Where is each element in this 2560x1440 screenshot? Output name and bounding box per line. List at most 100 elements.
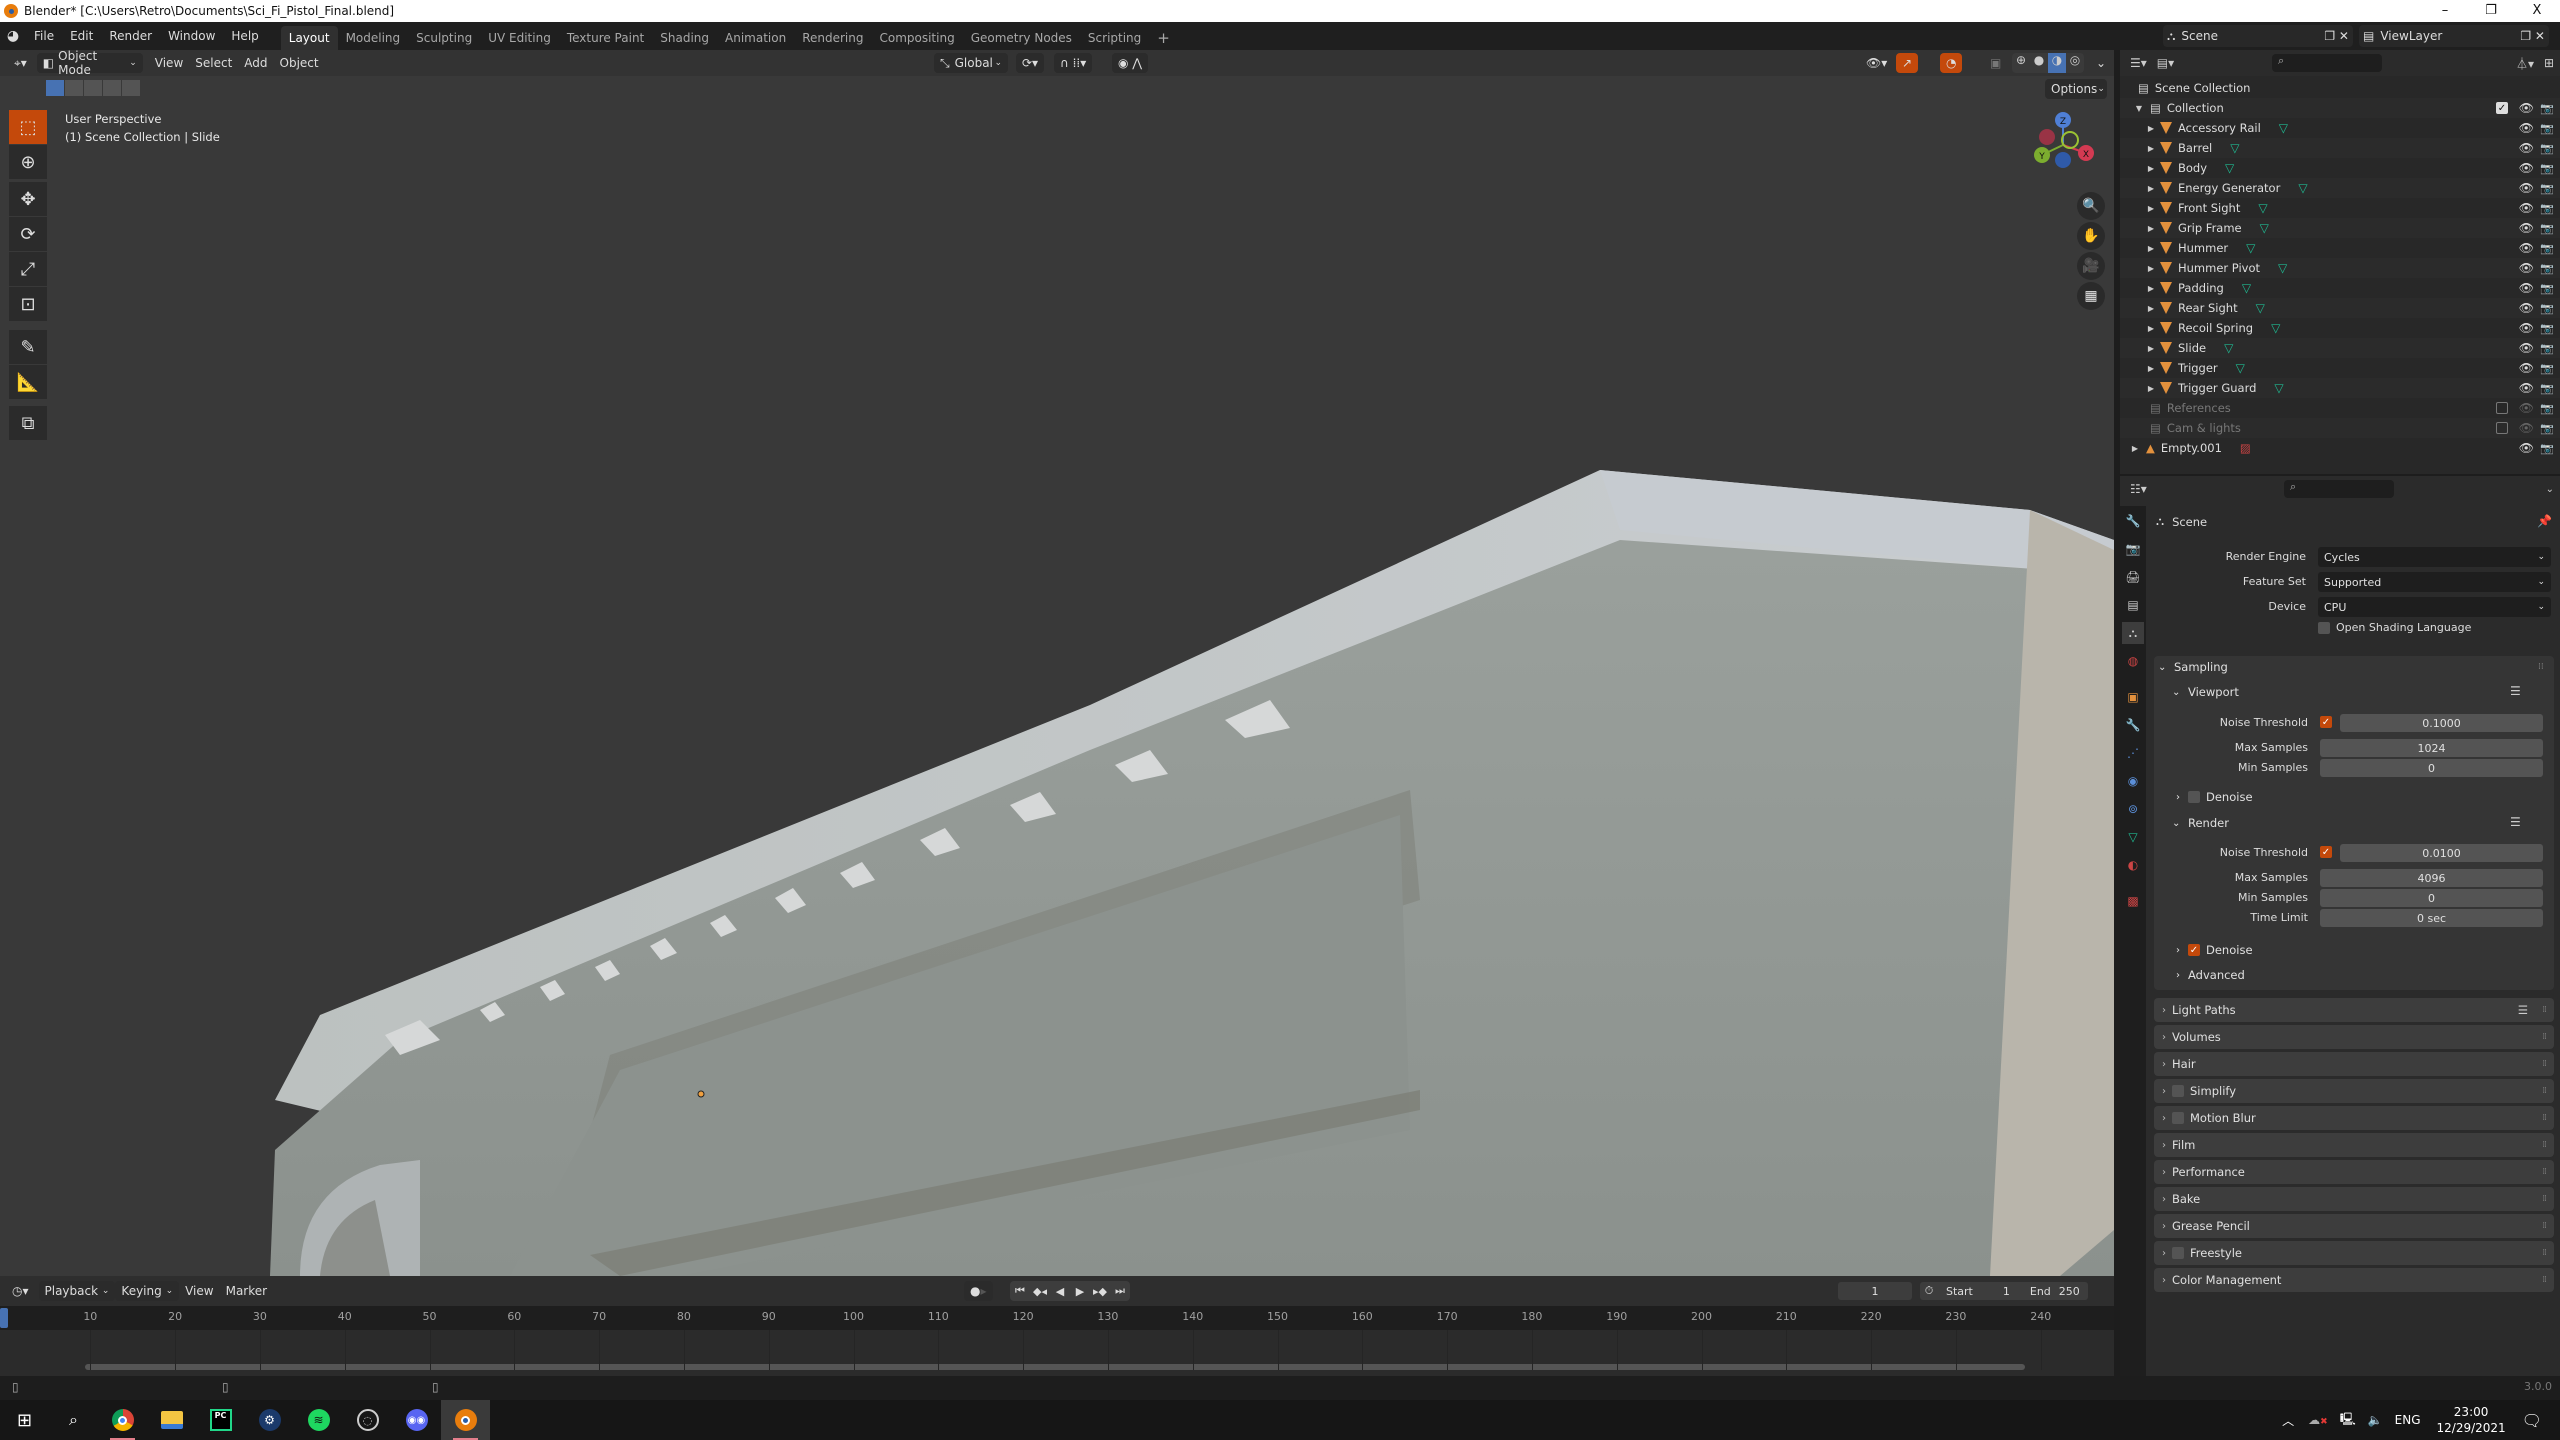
outliner-row-object[interactable]: ▶ Rear Sight ▽ 👁 📷: [2120, 298, 2560, 318]
r-min-samples-field[interactable]: 0: [2320, 889, 2543, 907]
mesh-data-icon[interactable]: ▽: [2298, 181, 2307, 195]
drag-handle-icon[interactable]: ⁞⁞: [2542, 1059, 2547, 1069]
drag-handle-icon[interactable]: ⁞⁞: [2542, 1086, 2547, 1096]
menu-view[interactable]: View: [149, 53, 189, 73]
outliner-row-excluded-collection[interactable]: ▤ References 👁 📷: [2120, 398, 2560, 418]
outliner-row-scene-collection[interactable]: ▤ Scene Collection: [2120, 78, 2560, 98]
transform-orientation-selector[interactable]: ⤡ Global ⌄: [934, 53, 1008, 73]
camera-render-icon[interactable]: 📷: [2540, 322, 2554, 335]
pivot-point-selector[interactable]: ⟳▾: [1016, 53, 1045, 73]
expand-arrow-icon[interactable]: ▶: [2146, 344, 2156, 353]
end-frame-field[interactable]: 250: [2059, 1285, 2080, 1298]
outliner-search-input[interactable]: ⌕: [2272, 54, 2382, 72]
eye-icon[interactable]: 👁: [2519, 121, 2534, 135]
language-indicator[interactable]: ENG: [2395, 1413, 2421, 1427]
prev-keyframe-button[interactable]: ◆◂: [1030, 1285, 1050, 1298]
drag-handle-icon[interactable]: ⁞⁞: [2542, 1032, 2547, 1042]
outliner-row-object[interactable]: ▶ Front Sight ▽ 👁 📷: [2120, 198, 2560, 218]
expand-arrow-icon[interactable]: ▶: [2146, 244, 2156, 253]
outliner-row-object[interactable]: ▶ Recoil Spring ▽ 👁 📷: [2120, 318, 2560, 338]
outliner-row-object[interactable]: ▶ Energy Generator ▽ 👁 📷: [2120, 178, 2560, 198]
mesh-data-icon[interactable]: ▽: [2256, 301, 2265, 315]
scene-selector[interactable]: ⛬ Scene ❐ ✕: [2163, 25, 2353, 47]
timeline-editor[interactable]: ◷▾ Playback ⌄ Keying ⌄ View Marker ● ▸ ⏮…: [0, 1276, 2114, 1376]
outliner-row-empty[interactable]: ▶ ▲ Empty.001 ▨ 👁 📷: [2120, 438, 2560, 458]
expand-arrow-icon[interactable]: ▶: [2146, 384, 2156, 393]
menu-marker[interactable]: Marker: [220, 1281, 273, 1301]
eye-icon[interactable]: 👁: [2519, 261, 2534, 275]
workspace-tab-geometry-nodes[interactable]: Geometry Nodes: [963, 26, 1080, 50]
r-denoise-checkbox[interactable]: ✓: [2188, 944, 2200, 956]
camera-render-icon[interactable]: 📷: [2540, 262, 2554, 275]
mesh-data-icon[interactable]: ▽: [2278, 261, 2287, 275]
jump-end-button[interactable]: ⏭: [1110, 1284, 1130, 1298]
play-reverse-button[interactable]: ◀: [1050, 1285, 1070, 1298]
playhead[interactable]: [0, 1308, 8, 1328]
vp-min-samples-field[interactable]: 0: [2320, 759, 2543, 777]
vp-noise-threshold-field[interactable]: 0.1000: [2340, 714, 2543, 732]
taskbar-discord[interactable]: ◉◉: [392, 1400, 441, 1440]
workspace-tab-layout[interactable]: Layout: [280, 26, 338, 50]
editor-type-button[interactable]: ⌖▾: [8, 53, 33, 73]
select-box-tool[interactable]: ⬚: [9, 110, 47, 144]
workspace-tab-scripting[interactable]: Scripting: [1080, 26, 1149, 50]
3d-viewport[interactable]: ⌖▾ ◧ Object Mode ⌄ View Select Add Objec…: [0, 50, 2114, 1276]
camera-render-icon[interactable]: 📷: [2540, 182, 2554, 195]
expand-arrow-icon[interactable]: ▶: [2146, 164, 2156, 173]
r-max-samples-field[interactable]: 4096: [2320, 869, 2543, 887]
expand-arrow-icon[interactable]: ▶: [2146, 204, 2156, 213]
taskbar-chrome[interactable]: [98, 1400, 147, 1440]
outliner-row-object[interactable]: ▶ Slide ▽ 👁 📷: [2120, 338, 2560, 358]
workspace-tab-compositing[interactable]: Compositing: [871, 26, 962, 50]
eye-icon[interactable]: 👁: [2519, 361, 2534, 375]
tab-scene[interactable]: ⛬: [2122, 622, 2144, 644]
eye-icon[interactable]: 👁: [2519, 381, 2534, 395]
camera-render-icon[interactable]: 📷: [2540, 342, 2554, 355]
tab-view-layer[interactable]: ▤: [2122, 594, 2144, 616]
visibility-selector[interactable]: 👁▾: [1860, 53, 1893, 73]
timeline-editor-type-button[interactable]: ◷▾: [6, 1281, 35, 1301]
viewport-subpanel-header[interactable]: ⌄ Viewport: [2172, 685, 2239, 699]
expand-arrow-icon[interactable]: ▶: [2130, 444, 2140, 453]
drag-handle-icon[interactable]: ⁞⁞: [2538, 662, 2544, 672]
menu-object[interactable]: Object: [274, 53, 325, 73]
panel-grease-pencil[interactable]: › Grease Pencil ⁞⁞: [2154, 1214, 2554, 1238]
close-button[interactable]: X: [2514, 0, 2560, 22]
menu-edit[interactable]: Edit: [62, 22, 101, 50]
onedrive-error-icon[interactable]: ☁✖: [2308, 1413, 2328, 1427]
workspace-tab-sculpting[interactable]: Sculpting: [408, 26, 480, 50]
camera-render-icon[interactable]: 📷: [2540, 202, 2554, 215]
menu-select[interactable]: Select: [189, 53, 238, 73]
drag-handle-icon[interactable]: ⁞⁞: [2542, 1248, 2547, 1258]
camera-render-icon[interactable]: 📷: [2540, 362, 2554, 375]
wireframe-shading-button[interactable]: ⊕: [2012, 53, 2030, 73]
taskbar-obs[interactable]: ◌: [343, 1400, 392, 1440]
presets-list-icon[interactable]: ☰: [2510, 815, 2521, 829]
blender-menu-icon[interactable]: ◕: [0, 28, 26, 44]
tab-modifiers[interactable]: 🔧: [2122, 714, 2144, 736]
tab-physics[interactable]: ◉: [2122, 770, 2144, 792]
expand-arrow-icon[interactable]: ▼: [2134, 104, 2144, 113]
outliner-row-object[interactable]: ▶ Barrel ▽ 👁 📷: [2120, 138, 2560, 158]
view-layer-selector[interactable]: ▤ ViewLayer ❐ ✕: [2359, 25, 2549, 47]
panel-hair[interactable]: › Hair ⁞⁞: [2154, 1052, 2554, 1076]
osl-checkbox-box[interactable]: [2318, 621, 2330, 634]
tab-particles[interactable]: ⋰: [2122, 742, 2144, 764]
drag-handle-icon[interactable]: ⁞⁞: [2542, 1005, 2547, 1015]
ortho-toggle-button[interactable]: ▦: [2077, 282, 2105, 310]
start-frame-field[interactable]: 1: [2003, 1285, 2010, 1298]
expand-arrow-icon[interactable]: ▶: [2146, 264, 2156, 273]
camera-render-icon[interactable]: 📷: [2540, 402, 2554, 415]
camera-render-icon[interactable]: 📷: [2540, 102, 2554, 115]
gizmo-toggle[interactable]: ↗: [1896, 53, 1919, 73]
pan-view-button[interactable]: ✋: [2077, 222, 2105, 250]
vp-denoise-checkbox[interactable]: [2188, 791, 2200, 803]
expand-arrow-icon[interactable]: ▶: [2146, 144, 2156, 153]
advanced-subpanel[interactable]: › Advanced: [2176, 968, 2245, 982]
cursor-tool[interactable]: ⊕: [9, 145, 47, 179]
workspace-tab-uv-editing[interactable]: UV Editing: [480, 26, 559, 50]
taskbar-spotify[interactable]: ≋: [294, 1400, 343, 1440]
render-engine-dropdown[interactable]: Cycles ⌄: [2318, 547, 2551, 567]
menu-playback[interactable]: Playback ⌄: [38, 1281, 116, 1301]
panel-motion-blur[interactable]: › Motion Blur ⁞⁞: [2154, 1106, 2554, 1130]
